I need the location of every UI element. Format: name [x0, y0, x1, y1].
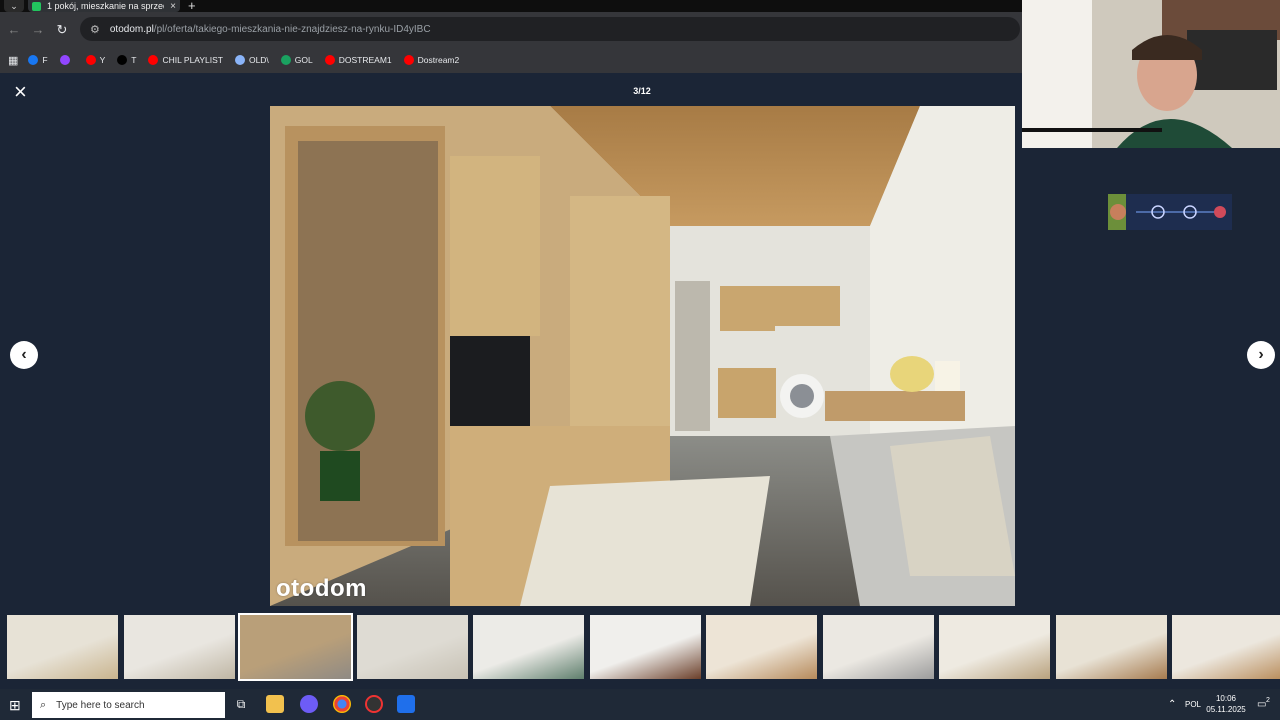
- bookmark-icon: [117, 55, 128, 65]
- thumbnail[interactable]: [1055, 615, 1167, 679]
- task-view-icon[interactable]: ⧉: [232, 695, 250, 713]
- tab-close-icon[interactable]: ×: [170, 1, 176, 12]
- bookmark-label: Dostream2: [417, 55, 460, 65]
- bookmark-label: F: [42, 55, 48, 65]
- reload-icon[interactable]: ↻: [52, 12, 72, 47]
- thumbnail[interactable]: [706, 615, 817, 679]
- obs-icon[interactable]: [365, 695, 383, 713]
- close-gallery-button[interactable]: ×: [14, 81, 27, 103]
- main-photo: [270, 106, 1015, 606]
- bookmark-label: DOSTREAM1: [338, 55, 392, 65]
- app-icon[interactable]: [397, 695, 415, 713]
- thumbnail[interactable]: [1172, 615, 1280, 679]
- notification-icon[interactable]: ▭: [1257, 689, 1266, 720]
- apps-grid-icon[interactable]: ▦: [8, 54, 18, 67]
- language-indicator[interactable]: POL: [1185, 689, 1201, 720]
- bookmark-item[interactable]: T: [117, 55, 136, 65]
- thumbnail[interactable]: [589, 615, 701, 679]
- bookmark-item[interactable]: F: [28, 55, 48, 65]
- windows-start-icon[interactable]: ⊞: [9, 697, 21, 714]
- discord-icon[interactable]: [300, 695, 318, 713]
- clock-date: 05.11.2025: [1206, 705, 1246, 714]
- otodom-favicon-icon: [32, 1, 41, 11]
- url-domain: otodom.pl: [109, 23, 154, 35]
- thumbnail[interactable]: [822, 615, 934, 679]
- webcam-image: [1022, 0, 1280, 148]
- tab-title: 1 pokój, mieszkanie na sprzeda: [47, 1, 165, 11]
- taskbar-search-box[interactable]: ⌕ Type here to search: [32, 692, 225, 718]
- thumbnail[interactable]: [123, 615, 235, 679]
- bookmark-icon: [148, 55, 159, 65]
- bookmark-icon: [403, 55, 414, 65]
- photo-gallery-viewer: × 3/12 otodom ‹ ›: [0, 73, 1280, 689]
- stream-strip-image: [1108, 194, 1226, 230]
- bookmark-item[interactable]: [59, 55, 74, 65]
- bookmark-label: T: [131, 55, 137, 65]
- bookmark-item[interactable]: Y: [85, 55, 106, 65]
- browser-tab-active[interactable]: 1 pokój, mieszkanie na sprzeda ×: [28, 0, 180, 12]
- windows-taskbar: ⊞ ⌕ Type here to search ⧉ ⌃ POL 10:06 05…: [0, 689, 1280, 720]
- bookmark-icon: [234, 55, 245, 65]
- chrome-icon[interactable]: [333, 695, 351, 713]
- notification-count: 2: [1266, 697, 1270, 704]
- thumbnail-active[interactable]: [238, 613, 353, 681]
- webcam-overlay: [1022, 0, 1280, 148]
- bookmark-label: GOL: [294, 55, 313, 65]
- search-icon: ⌕: [40, 698, 47, 711]
- thumbnail[interactable]: [7, 615, 118, 679]
- bookmark-icon: [280, 55, 291, 65]
- bookmark-label: Y: [99, 55, 106, 65]
- bookmark-label: OLD\: [248, 55, 269, 65]
- bookmark-icon: [59, 55, 70, 65]
- tab-search-button[interactable]: ⌄: [4, 0, 24, 12]
- file-explorer-icon[interactable]: [266, 695, 284, 713]
- bookmark-icon: [324, 55, 335, 65]
- bookmark-icon: [85, 55, 96, 65]
- url-text: otodom.pl/pl/oferta/takiego-mieszkania-n…: [110, 24, 431, 35]
- bookmark-item[interactable]: GOL: [280, 55, 313, 65]
- thumbnail[interactable]: [939, 615, 1050, 679]
- otodom-watermark: otodom: [276, 575, 367, 602]
- room-photo: [270, 106, 1015, 606]
- tray-chevron-icon[interactable]: ⌃: [1168, 689, 1176, 720]
- bookmark-label: CHIL PLAYLIST: [162, 55, 223, 65]
- stream-overlay-strip: [1108, 194, 1232, 230]
- bookmark-item[interactable]: DOSTREAM1: [324, 55, 392, 65]
- bookmark-item[interactable]: Dostream2: [403, 55, 460, 65]
- next-photo-button[interactable]: ›: [1247, 341, 1275, 369]
- bookmark-icon: [28, 55, 39, 65]
- url-path: /pl/oferta/takiego-mieszkania-nie-znajdz…: [153, 23, 431, 35]
- taskbar-clock[interactable]: 10:06 05.11.2025: [1204, 693, 1248, 715]
- previous-photo-button[interactable]: ‹: [10, 341, 38, 369]
- thumbnail[interactable]: [473, 615, 584, 679]
- thumbnail[interactable]: [356, 615, 468, 679]
- photo-counter: 3/12: [633, 86, 651, 96]
- url-bar[interactable]: ⚙ otodom.pl/pl/oferta/takiego-mieszkania…: [80, 17, 1020, 41]
- bookmark-item[interactable]: OLD\: [234, 55, 269, 65]
- bookmark-item[interactable]: CHIL PLAYLIST: [148, 55, 223, 65]
- taskbar-search-placeholder: Type here to search: [56, 699, 145, 711]
- site-info-icon[interactable]: ⚙: [90, 23, 100, 36]
- forward-arrow-icon[interactable]: →: [28, 12, 48, 47]
- clock-time: 10:06: [1215, 694, 1237, 703]
- back-arrow-icon[interactable]: ←: [4, 12, 24, 47]
- thumbnail-strip: [0, 613, 1280, 681]
